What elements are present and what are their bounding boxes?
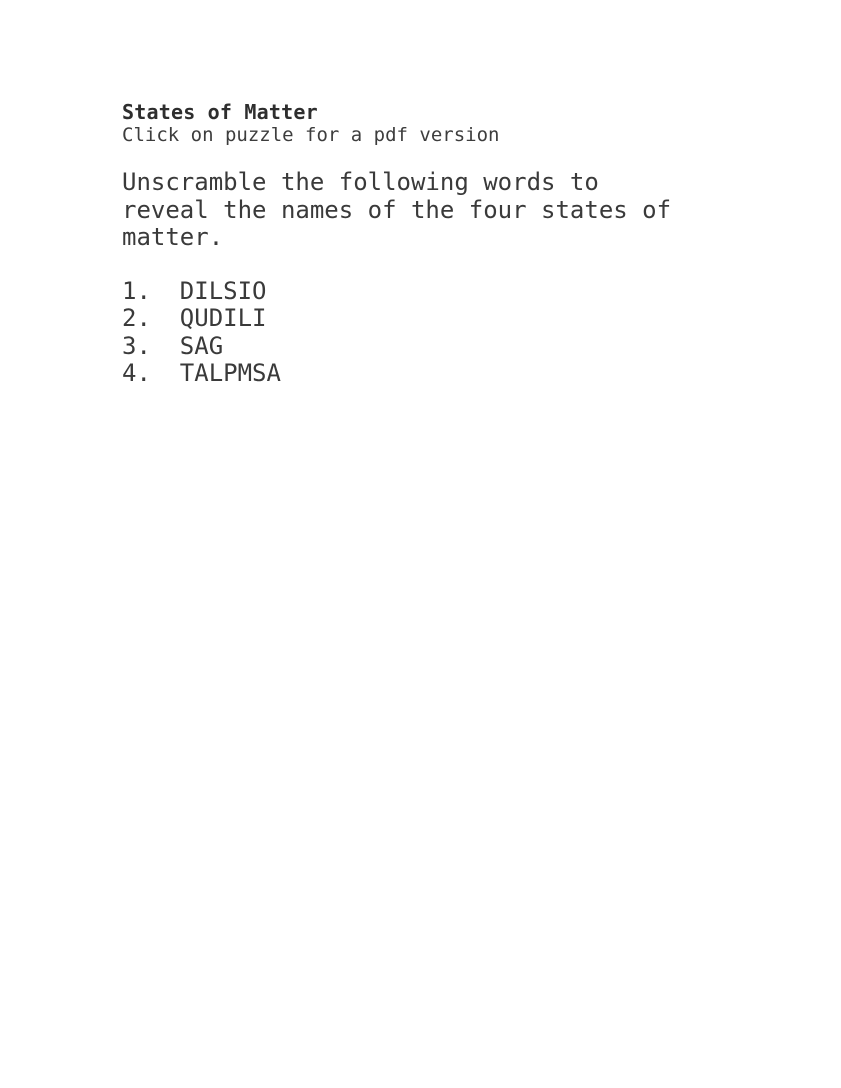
list-item-word: QUDILI [179,304,267,332]
list-item-number: 1. [122,276,180,305]
pdf-version-link[interactable]: Click on puzzle for a pdf version [122,124,782,147]
list-item-number: 2. [122,304,180,332]
instructions-line: reveal the names of the four states of [122,195,672,224]
worksheet-page: States of Matter Click on puzzle for a p… [0,0,841,1088]
title-instructions-spacer [122,147,782,169]
page-title: States of Matter [122,100,318,124]
instructions-line: Unscramble the following words to [122,168,599,196]
instructions-list-spacer [122,252,782,278]
list-item: 2. QUDILI [122,304,782,333]
list-item-number: 3. [122,331,180,360]
list-item-word: DILSIO [179,276,267,305]
scrambled-words-list: 1. DILSIO 2. QUDILI 3. SAG 4. TALPMSA [122,276,782,388]
instructions-line: matter. [122,223,224,251]
list-item: 3. SAG [122,331,782,361]
list-item-word: TALPMSA [179,359,281,387]
list-item-number: 4. [122,359,180,387]
list-item: 4. TALPMSA [122,359,782,388]
worksheet-content: States of Matter Click on puzzle for a p… [122,100,782,388]
list-item: 1. DILSIO [122,276,782,306]
list-item-word: SAG [179,331,224,360]
instructions-text: Unscramble the following words to reveal… [122,168,702,252]
